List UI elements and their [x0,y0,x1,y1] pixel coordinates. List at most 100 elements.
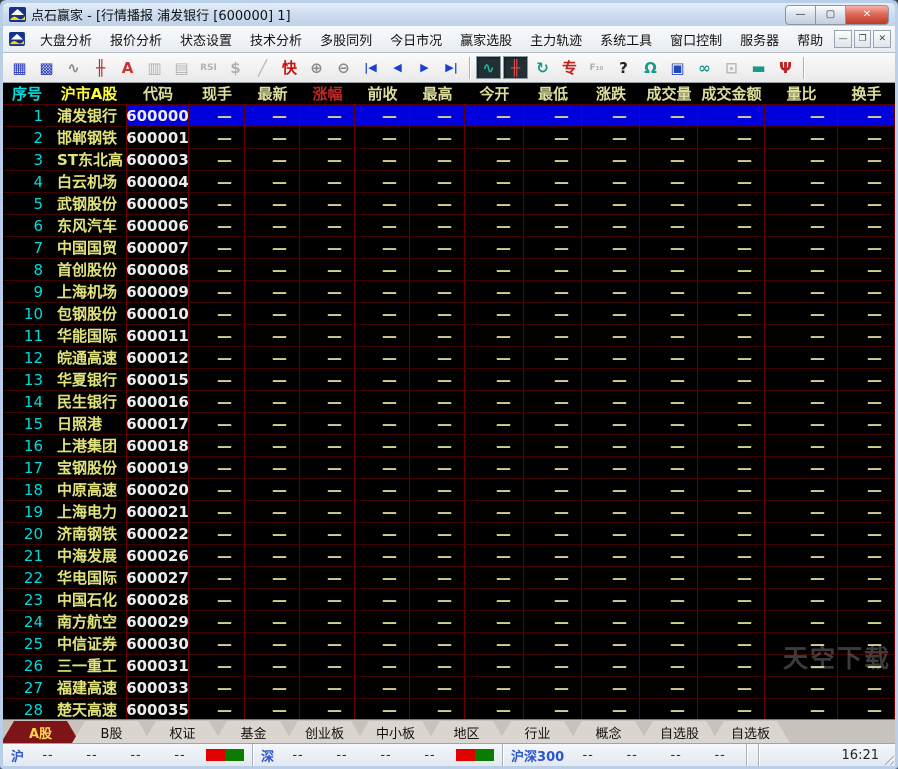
cell-最高[interactable]: — [410,479,465,500]
stock-name[interactable]: 上海机场 [51,281,127,302]
cell-成交金额[interactable]: — [698,699,765,719]
cell-涨幅[interactable]: — [300,347,355,368]
cell-涨幅[interactable]: — [300,479,355,500]
cell-涨幅[interactable]: — [300,435,355,456]
cell-成交量[interactable]: — [640,369,698,390]
cell-换手[interactable]: — [838,589,895,610]
cell-最新[interactable]: — [245,325,300,346]
cell-最低[interactable]: — [524,391,582,412]
cell-涨幅[interactable]: — [300,127,355,148]
cell-今开[interactable]: — [465,259,524,280]
stock-name[interactable]: 上港集团 [51,435,127,456]
stock-code[interactable]: 600022 [127,523,189,544]
cell-最高[interactable]: — [410,171,465,192]
table-row[interactable]: 3 ST东北高 600003— — — — — — — — — — — — [3,149,895,171]
cell-现手[interactable]: — [189,611,245,632]
cell-前收[interactable]: — [355,259,410,280]
cell-换手[interactable]: — [838,303,895,324]
cell-成交量[interactable]: — [640,699,698,719]
cell-现手[interactable]: — [189,105,245,126]
cell-换手[interactable]: — [838,259,895,280]
cell-成交金额[interactable]: — [698,171,765,192]
stock-code[interactable]: 600007 [127,237,189,258]
first-page-icon[interactable]: |◀ [358,56,383,79]
cell-量比[interactable]: — [765,303,838,324]
row-seq[interactable]: 3 [3,149,51,170]
cell-最高[interactable]: — [410,193,465,214]
cell-最高[interactable]: — [410,633,465,654]
row-seq[interactable]: 15 [3,413,51,434]
panel-layout-alt-icon[interactable]: ▤ [169,56,194,79]
cell-量比[interactable]: — [765,105,838,126]
tab-a-share[interactable]: A股 [1,721,80,743]
cell-量比[interactable]: — [765,413,838,434]
table-row[interactable]: 25 中信证券 600030— — — — — — — — — — — — [3,633,895,655]
stock-code[interactable]: 600015 [127,369,189,390]
cell-最低[interactable]: — [524,567,582,588]
stock-code[interactable]: 600012 [127,347,189,368]
cell-最高[interactable]: — [410,545,465,566]
row-seq[interactable]: 16 [3,435,51,456]
stock-code[interactable]: 600016 [127,391,189,412]
cell-现手[interactable]: — [189,457,245,478]
cell-前收[interactable]: — [355,545,410,566]
cell-最低[interactable]: — [524,149,582,170]
cell-量比[interactable]: — [765,677,838,698]
stock-name[interactable]: 福建高速 [51,677,127,698]
cell-成交金额[interactable]: — [698,655,765,676]
cell-成交量[interactable]: — [640,193,698,214]
stock-name[interactable]: 首创股份 [51,259,127,280]
table-row[interactable]: 27 福建高速 600033— — — — — — — — — — — — [3,677,895,699]
tab-custom-board[interactable]: 自选板 [711,721,790,743]
cell-成交金额[interactable]: — [698,391,765,412]
stock-name[interactable]: 济南钢铁 [51,523,127,544]
cell-最高[interactable]: — [410,457,465,478]
cell-成交量[interactable]: — [640,611,698,632]
cell-换手[interactable]: — [838,655,895,676]
cell-最新[interactable]: — [245,215,300,236]
row-seq[interactable]: 8 [3,259,51,280]
row-seq[interactable]: 7 [3,237,51,258]
cell-最低[interactable]: — [524,611,582,632]
stock-name[interactable]: 中原高速 [51,479,127,500]
cell-换手[interactable]: — [838,523,895,544]
cell-换手[interactable]: — [838,237,895,258]
cell-最低[interactable]: — [524,589,582,610]
panel-layout-icon[interactable]: ▥ [142,56,167,79]
image-view-icon[interactable]: ▣ [665,56,690,79]
column-header-5[interactable]: 涨幅 [300,83,355,104]
stock-name[interactable]: 中海发展 [51,545,127,566]
row-seq[interactable]: 21 [3,545,51,566]
fast-trade-icon[interactable]: 快 [277,56,302,79]
cell-成交量[interactable]: — [640,655,698,676]
tab-chinext[interactable]: 创业板 [285,721,364,743]
stock-code[interactable]: 600026 [127,545,189,566]
cell-最低[interactable]: — [524,325,582,346]
stock-name[interactable]: 三一重工 [51,655,127,676]
column-header-13[interactable]: 量比 [765,83,838,104]
stock-name[interactable]: 中信证券 [51,633,127,654]
cell-换手[interactable]: — [838,435,895,456]
cell-前收[interactable]: — [355,413,410,434]
stock-code[interactable]: 600021 [127,501,189,522]
cell-涨幅[interactable]: — [300,281,355,302]
cell-最高[interactable]: — [410,413,465,434]
cell-最新[interactable]: — [245,391,300,412]
cell-涨幅[interactable]: — [300,391,355,412]
cell-最低[interactable]: — [524,369,582,390]
mdi-close-button[interactable]: ✕ [873,30,892,48]
tab-industry[interactable]: 行业 [498,721,577,743]
cell-成交金额[interactable]: — [698,193,765,214]
cell-今开[interactable]: — [465,501,524,522]
column-header-3[interactable]: 现手 [189,83,245,104]
cell-成交金额[interactable]: — [698,677,765,698]
row-seq[interactable]: 20 [3,523,51,544]
next-page-icon[interactable]: ▶ [412,56,437,79]
stock-name[interactable]: 民生银行 [51,391,127,412]
cell-换手[interactable]: — [838,567,895,588]
quote-grid-icon[interactable]: ▦ [7,56,32,79]
cell-最低[interactable]: — [524,677,582,698]
row-seq[interactable]: 22 [3,567,51,588]
stock-name[interactable]: 东风汽车 [51,215,127,236]
cell-前收[interactable]: — [355,149,410,170]
